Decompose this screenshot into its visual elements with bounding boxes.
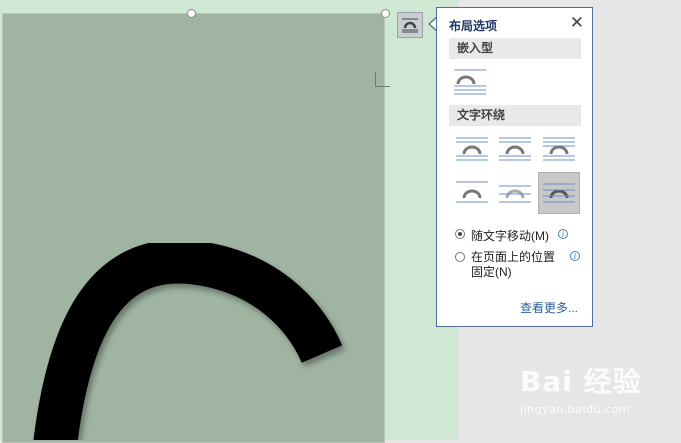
through-wrap-icon — [543, 137, 575, 161]
margin-marker — [375, 72, 390, 87]
info-icon[interactable]: i — [570, 251, 580, 261]
layout-options-panel: 布局选项 ✕ 嵌入型 文字环绕 随文字移动(M) i 在页面上的位置 固定(N)… — [436, 7, 593, 327]
behind-text-icon — [543, 183, 575, 203]
fix-position-label: 在页面上的位置 固定(N) — [471, 250, 555, 280]
layout-options-icon — [402, 18, 418, 33]
inline-section-header: 嵌入型 — [449, 38, 581, 59]
inline-with-text-option[interactable] — [449, 60, 491, 102]
top-bottom-wrap-option[interactable] — [451, 172, 493, 214]
square-wrap-icon — [456, 137, 488, 161]
see-more-link[interactable]: 查看更多... — [520, 299, 578, 316]
watermark-url: jingyan.baidu.com — [520, 403, 631, 416]
watermark: Bai 经验 jingyan.baidu.com — [520, 360, 642, 416]
tight-wrap-icon — [499, 137, 531, 161]
fix-position-option[interactable]: 在页面上的位置 固定(N) — [455, 250, 555, 280]
fix-position-label-line2: 固定(N) — [471, 265, 512, 279]
move-with-text-radio[interactable] — [455, 229, 465, 239]
tight-wrap-option[interactable] — [494, 128, 536, 170]
close-icon[interactable]: ✕ — [570, 13, 584, 33]
in-front-of-text-option[interactable] — [494, 172, 536, 214]
layout-options-button[interactable] — [397, 12, 423, 38]
move-with-text-label: 随文字移动(M) — [471, 229, 549, 243]
fix-position-radio[interactable] — [455, 252, 465, 262]
top-bottom-wrap-icon — [456, 181, 488, 203]
move-with-text-option[interactable]: 随文字移动(M) — [455, 227, 549, 244]
panel-title: 布局选项 — [449, 19, 498, 33]
wrap-section-header: 文字环绕 — [449, 105, 581, 126]
behind-text-option[interactable] — [538, 172, 580, 214]
fix-position-label-line1: 在页面上的位置 — [471, 250, 556, 264]
inline-with-text-icon — [454, 69, 486, 95]
info-icon[interactable]: i — [558, 229, 568, 239]
square-wrap-option[interactable] — [451, 128, 493, 170]
watermark-brand: Bai 经验 — [520, 365, 642, 398]
through-wrap-option[interactable] — [538, 128, 580, 170]
in-front-of-text-icon — [499, 185, 531, 203]
